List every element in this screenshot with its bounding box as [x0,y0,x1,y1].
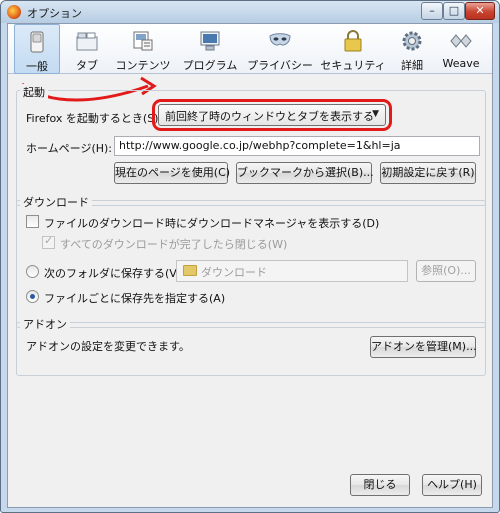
homepage-input[interactable]: http://www.google.co.jp/webhp?complete=1… [114,136,480,156]
download-folder-field[interactable]: ダウンロード [176,260,408,282]
startup-section-title: 起動 [20,84,48,100]
restore-default-button[interactable]: 初期設定に戻す(R) [380,162,476,184]
save-to-folder-label: 次のフォルダに保存する(V) [44,267,182,280]
save-to-folder-radio[interactable] [26,265,39,278]
tab-label: プライバシー [247,59,313,72]
privacy-mask-icon [269,33,291,46]
use-bookmark-button[interactable]: ブックマークから選択(B)... [236,162,374,184]
minimize-button[interactable]: – [421,2,443,20]
always-ask-radio[interactable] [26,290,39,303]
homepage-label: ホームページ(H): [26,142,113,155]
options-content: 一般 タブ コンテンツ プログラム プライバシー セキュリティ 詳細 Weave… [7,23,493,508]
tab-applications[interactable]: プログラム [178,24,242,74]
gear-icon [402,31,422,51]
content-icon [133,31,153,51]
homepage-url: http://www.google.co.jp/webhp?complete=1… [119,139,401,152]
use-current-page-button[interactable]: 現在のページを使用(C) [114,162,230,184]
tab-label: セキュリティ [320,59,386,72]
checkmark-icon: ✓ [44,234,54,247]
radio-selected-dot [30,294,35,299]
always-ask-label: ファイルごとに保存先を指定する(A) [44,292,226,305]
close-window-button[interactable]: ✕ [465,2,495,20]
weave-icon [450,34,472,48]
downloads-section-title: ダウンロード [20,194,92,210]
tab-label: Weave [442,57,480,70]
addons-section-title: アドオン [20,316,70,332]
tab-advanced[interactable]: 詳細 [390,24,434,74]
show-download-manager-label: ファイルのダウンロード時にダウンロードマネージャを表示する(D) [44,217,380,230]
tab-privacy[interactable]: プライバシー [244,24,316,74]
manage-addons-button[interactable]: アドオンを管理(M)... [370,336,477,358]
switch-icon [30,31,44,53]
close-when-done-checkbox[interactable]: ✓ [42,234,55,249]
close-button[interactable]: 閉じる [350,474,410,496]
title-bar[interactable]: オプション – □ ✕ [1,1,499,23]
tab-icon [76,32,98,51]
browse-button[interactable]: 参照(O)... [416,260,476,282]
folder-icon [183,265,197,276]
tab-label: プログラム [182,59,238,72]
chevron-down-icon: ▼ [372,109,379,119]
applications-icon [200,31,220,51]
addons-description: アドオンの設定を変更できます。 [26,340,190,353]
maximize-button[interactable]: □ [443,2,465,20]
close-when-done-label: すべてのダウンロードが完了したら閉じる(W) [60,238,288,251]
options-window: オプション – □ ✕ 一般 タブ コンテンツ プログラム プライバシー セキュ… [0,0,500,513]
tab-security[interactable]: セキュリティ [320,24,386,74]
tab-label: 詳細 [401,59,423,72]
dropdown-value: 前回終了時のウィンドウとタブを表示する [165,110,374,123]
startup-when-label: Firefox を起動するとき(S): [26,112,163,125]
firefox-logo-icon [7,5,21,19]
download-folder-value: ダウンロード [201,266,267,279]
startup-behavior-dropdown[interactable]: 前回終了時のウィンドウとタブを表示する ▼ [158,104,386,126]
help-button[interactable]: ヘルプ(H) [422,474,482,496]
show-download-manager-checkbox[interactable] [26,215,39,228]
tab-weave[interactable]: Weave [436,24,486,74]
lock-icon [344,30,362,52]
window-title: オプション [27,7,82,20]
